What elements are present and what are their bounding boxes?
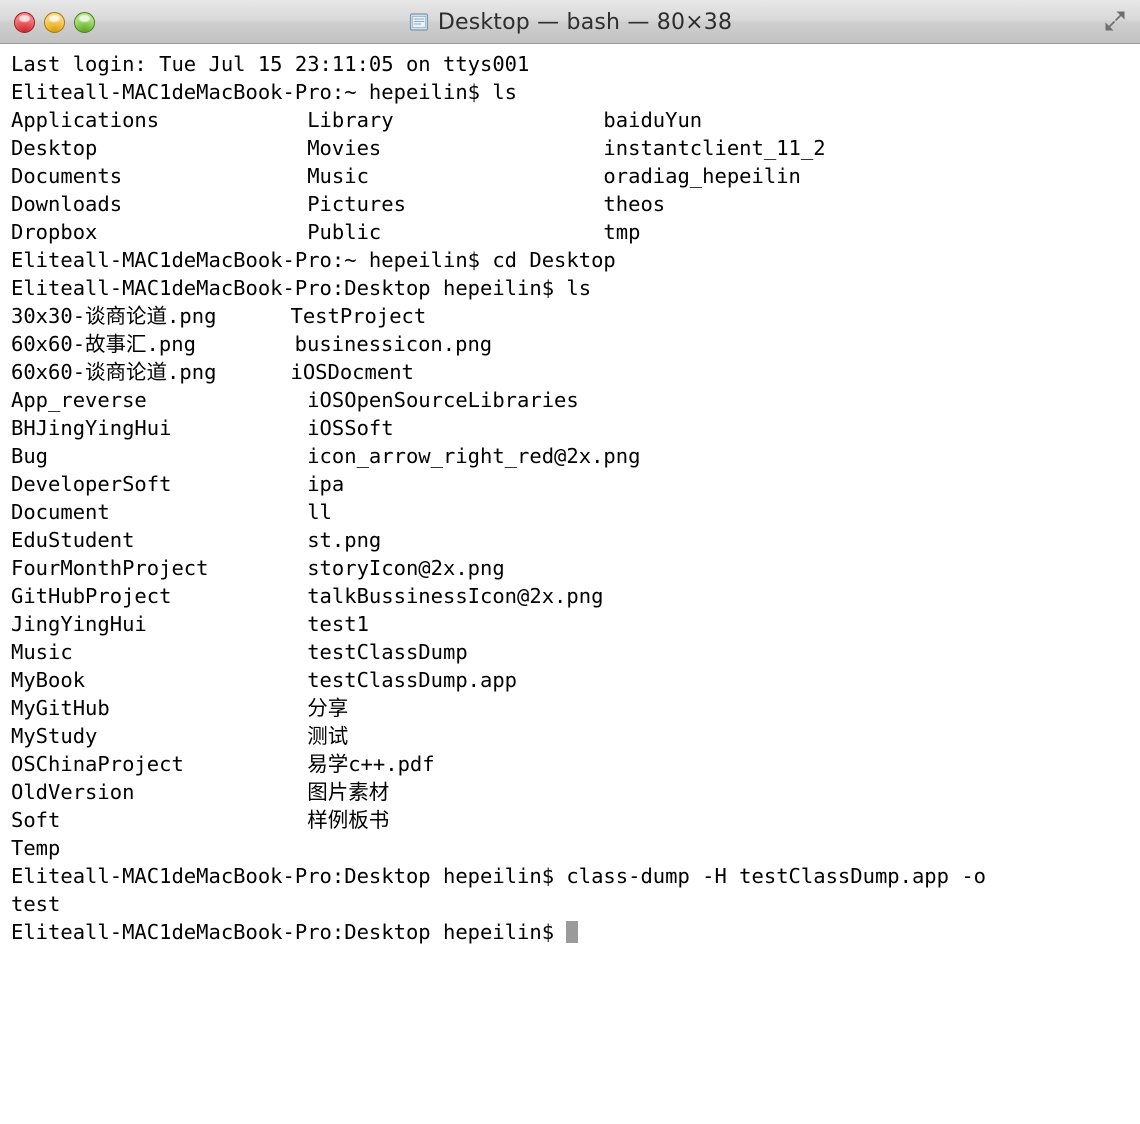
terminal-listing-row: Dropbox Public tmp	[11, 220, 641, 244]
terminal-listing-row: GitHubProject talkBussinessIcon@2x.png	[11, 584, 604, 608]
terminal-listing-row: MyGitHub 分享	[11, 696, 349, 720]
terminal-listing-row: DeveloperSoft ipa	[11, 472, 345, 496]
terminal-document-icon	[409, 13, 428, 31]
terminal-listing-row: FourMonthProject storyIcon@2x.png	[11, 556, 505, 580]
terminal-listing-row: Music testClassDump	[11, 640, 468, 664]
terminal-listing-row: App_reverse iOSOpenSourceLibraries	[11, 388, 579, 412]
terminal-listing-row: Downloads Pictures theos	[11, 192, 666, 216]
terminal-listing-row: MyStudy 测试	[11, 724, 349, 748]
terminal-prompt-line: Eliteall-MAC1deMacBook-Pro:Desktop hepei…	[11, 918, 1140, 946]
terminal-listing-row: 60x60-故事汇.png businessicon.png	[11, 332, 493, 356]
terminal-listing-row: Documents Music oradiag_hepeilin	[11, 164, 801, 188]
terminal-listing-row: 30x30-谈商论道.png TestProject	[11, 304, 427, 328]
terminal-prompt-line: Eliteall-MAC1deMacBook-Pro:Desktop hepei…	[11, 864, 987, 888]
terminal-window: Desktop — bash — 80×38 Last login: Tue J…	[0, 0, 1140, 1124]
terminal-prompt-line: Eliteall-MAC1deMacBook-Pro:~ hepeilin$ c…	[11, 248, 616, 272]
window-title-group: Desktop — bash — 80×38	[0, 0, 1140, 44]
terminal-prompt-line: Eliteall-MAC1deMacBook-Pro:Desktop hepei…	[11, 276, 592, 300]
terminal-listing-row: MyBook testClassDump.app	[11, 668, 518, 692]
window-titlebar[interactable]: Desktop — bash — 80×38	[0, 0, 1140, 44]
terminal-listing-row: Temp	[11, 836, 61, 860]
zoom-button[interactable]	[74, 11, 95, 33]
terminal-listing-row: Soft 样例板书	[11, 808, 390, 832]
terminal-listing-row: 60x60-谈商论道.png iOSDocment	[11, 360, 414, 384]
fullscreen-icon[interactable]	[1102, 8, 1128, 34]
terminal-listing-row: Bug icon_arrow_right_red@2x.png	[11, 444, 641, 468]
terminal-text-line: Last login: Tue Jul 15 23:11:05 on ttys0…	[11, 52, 530, 76]
terminal-listing-row: BHJingYingHui iOSSoft	[11, 416, 394, 440]
terminal-output[interactable]: Last login: Tue Jul 15 23:11:05 on ttys0…	[0, 44, 1140, 1124]
terminal-listing-row: Applications Library baiduYun	[11, 108, 703, 132]
terminal-cursor	[566, 921, 579, 943]
terminal-prompt-text: Eliteall-MAC1deMacBook-Pro:Desktop hepei…	[11, 920, 567, 944]
terminal-listing-row: OldVersion 图片素材	[11, 780, 390, 804]
window-controls	[14, 0, 95, 44]
close-button[interactable]	[14, 11, 35, 33]
minimize-button[interactable]	[44, 11, 65, 33]
terminal-listing-row: JingYingHui test1	[11, 612, 369, 636]
window-title: Desktop — bash — 80×38	[437, 9, 733, 35]
terminal-listing-row: Desktop Movies instantclient_11_2	[11, 136, 826, 160]
terminal-listing-row: Document ll	[11, 500, 332, 524]
terminal-listing-row: EduStudent st.png	[11, 528, 382, 552]
terminal-listing-row: OSChinaProject 易学c++.pdf	[11, 752, 435, 776]
terminal-prompt-line: Eliteall-MAC1deMacBook-Pro:~ hepeilin$ l…	[11, 80, 518, 104]
terminal-text-line: test	[11, 892, 61, 916]
